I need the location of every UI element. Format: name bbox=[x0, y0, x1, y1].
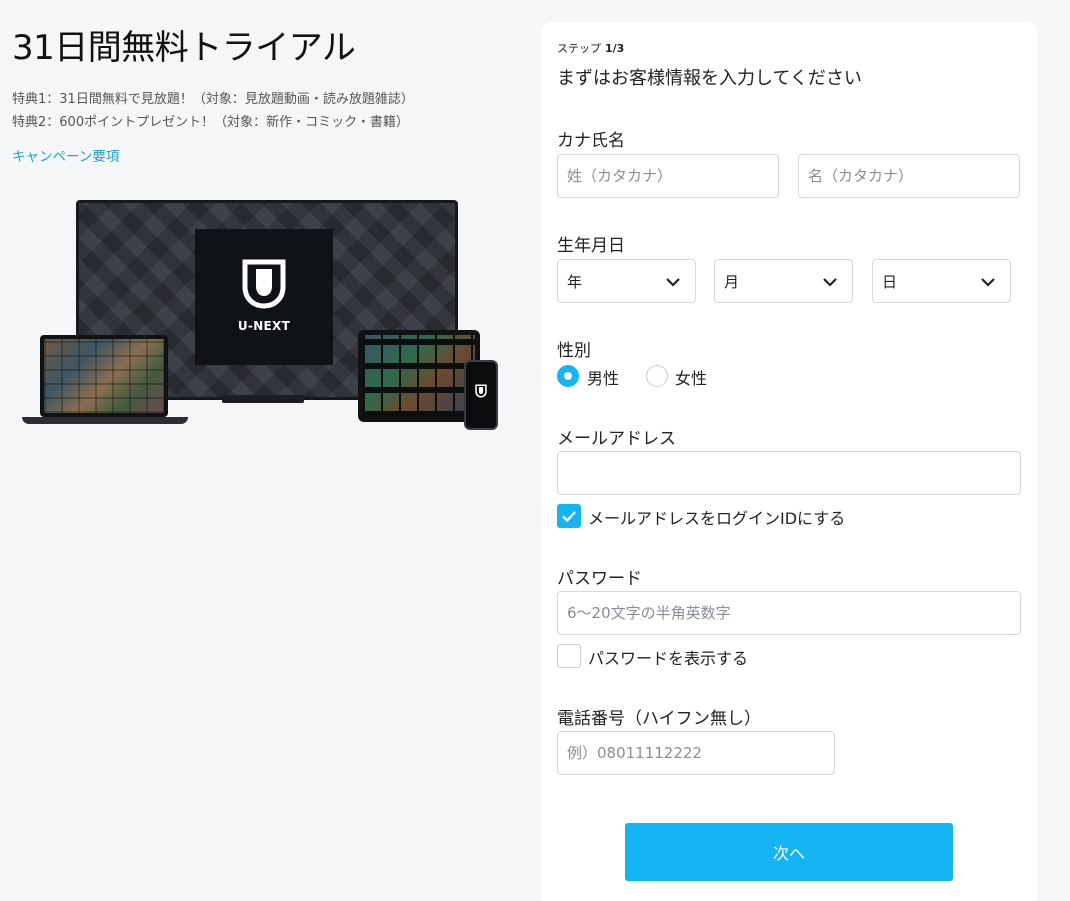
gender-female-label[interactable]: 女性 bbox=[675, 365, 707, 389]
perk-2-text: 特典2：600ポイントプレゼント！（対象：新作・コミック・書籍） bbox=[12, 115, 409, 130]
laptop-image bbox=[40, 335, 168, 417]
gender-male-label[interactable]: 男性 bbox=[587, 365, 619, 389]
phone-input[interactable] bbox=[557, 731, 835, 775]
phone-logo-icon bbox=[475, 384, 487, 398]
gender-male-radio[interactable] bbox=[557, 365, 579, 387]
chevron-down-icon bbox=[823, 278, 837, 287]
email-label: メールアドレス bbox=[557, 429, 676, 449]
show-password-label[interactable]: パスワードを表示する bbox=[588, 645, 748, 669]
brand-logo-text: U-NEXT bbox=[237, 319, 291, 333]
promo-panel: 31日間無料トライアル 特典1：31日間無料で見放題！（対象：見放題動画・読み放… bbox=[0, 0, 530, 901]
birth-year-value: 年 bbox=[567, 273, 583, 291]
birth-day-select[interactable]: 日 bbox=[872, 259, 1011, 303]
email-input[interactable] bbox=[557, 451, 1021, 495]
next-button[interactable]: 次へ bbox=[625, 823, 953, 881]
kana-first-name-input[interactable] bbox=[798, 154, 1020, 198]
email-as-login-label[interactable]: メールアドレスをログインIDにする bbox=[588, 505, 845, 529]
tv-stand bbox=[222, 395, 304, 403]
campaign-terms-link[interactable]: キャンペーン要項 bbox=[12, 145, 119, 165]
brand-logo-panel: U-NEXT bbox=[195, 229, 333, 365]
gender-female-radio[interactable] bbox=[646, 365, 668, 387]
password-input[interactable] bbox=[557, 591, 1021, 635]
birth-year-select[interactable]: 年 bbox=[557, 259, 696, 303]
chevron-down-icon bbox=[666, 278, 680, 287]
kana-last-name-input[interactable] bbox=[557, 154, 779, 198]
step-indicator: ステップ 1/3 bbox=[557, 40, 624, 56]
perk-1-text: 特典1：31日間無料で見放題！（対象：見放題動画・読み放題雑誌） bbox=[12, 92, 414, 107]
step-label: ステップ bbox=[557, 42, 601, 55]
birth-month-select[interactable]: 月 bbox=[714, 259, 853, 303]
registration-form-card: ステップ1/3 まずはお客様情報を入力してください カナ氏名 生年月日 年 月 … bbox=[541, 22, 1037, 901]
password-label: パスワード bbox=[557, 569, 642, 589]
email-as-login-checkbox[interactable] bbox=[557, 504, 581, 528]
tablet-image bbox=[358, 330, 480, 422]
chevron-down-icon bbox=[981, 278, 995, 287]
devices-illustration: U-NEXT bbox=[20, 195, 500, 435]
laptop-base bbox=[22, 417, 188, 424]
step-value: 1/3 bbox=[605, 42, 625, 55]
show-password-checkbox[interactable] bbox=[557, 644, 581, 668]
u-next-logo-icon bbox=[242, 259, 286, 309]
phone-label: 電話番号（ハイフン無し） bbox=[557, 709, 761, 729]
checkmark-icon bbox=[562, 511, 576, 523]
birth-day-value: 日 bbox=[882, 273, 898, 291]
page-title: 31日間無料トライアル bbox=[12, 28, 356, 68]
kana-name-label: カナ氏名 bbox=[557, 131, 625, 151]
gender-label: 性別 bbox=[557, 341, 591, 361]
birthdate-label: 生年月日 bbox=[557, 236, 625, 256]
birth-month-value: 月 bbox=[724, 273, 740, 291]
form-heading: まずはお客様情報を入力してください bbox=[557, 68, 862, 89]
phone-image bbox=[464, 360, 498, 430]
